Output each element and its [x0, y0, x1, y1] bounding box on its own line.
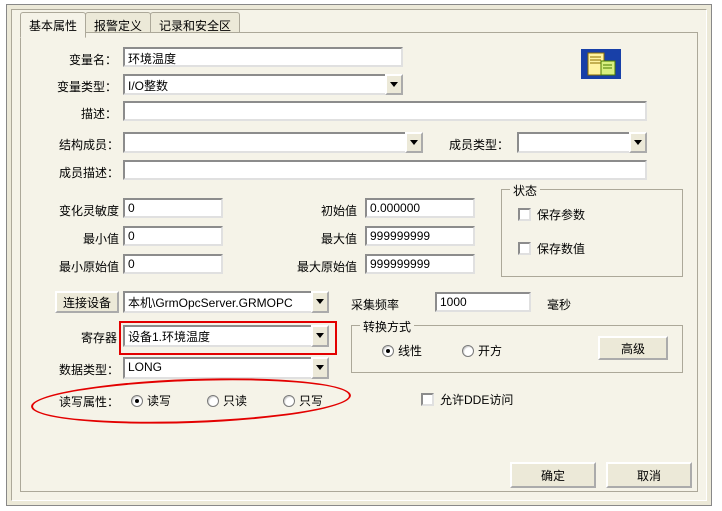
- radio-sqrt-label: 开方: [478, 342, 502, 359]
- label-struct-member: 结构成员：: [41, 136, 119, 153]
- state-groupbox: 状态 保存参数 保存数值: [501, 189, 683, 277]
- min-raw-input[interactable]: 0: [123, 254, 223, 274]
- document-icon[interactable]: [581, 49, 621, 82]
- chevron-down-icon: [390, 82, 398, 88]
- struct-member-value: [123, 132, 405, 153]
- chevron-down-icon: [410, 140, 418, 146]
- allow-dde-checkbox[interactable]: 允许DDE访问: [421, 391, 513, 408]
- connect-device-label: 连接设备: [63, 294, 111, 311]
- connect-device-dropdown-btn[interactable]: [311, 291, 329, 313]
- struct-member-dropdown-btn[interactable]: [405, 132, 423, 153]
- label-max-value: 最大值: [297, 230, 357, 247]
- min-value-input[interactable]: 0: [123, 226, 223, 246]
- sample-freq-input[interactable]: 1000: [435, 292, 531, 312]
- chevron-down-icon: [316, 365, 324, 371]
- var-type-combo[interactable]: I/O整数: [123, 74, 403, 95]
- tab-basic-attributes[interactable]: 基本属性: [20, 12, 86, 38]
- connect-device-combo[interactable]: 本机\GrmOpcServer.GRMOPC: [123, 291, 329, 313]
- radio-ro[interactable]: 只读: [207, 392, 247, 409]
- init-value-input[interactable]: 0.000000: [365, 198, 475, 218]
- label-ms: 毫秒: [547, 296, 587, 313]
- register-value: 设备1.环境温度: [123, 325, 311, 347]
- member-desc-input[interactable]: [123, 160, 647, 180]
- register-combo[interactable]: 设备1.环境温度: [123, 325, 329, 347]
- data-type-combo[interactable]: LONG: [123, 357, 329, 379]
- member-type-value: [517, 132, 629, 153]
- label-register: 寄存器: [61, 329, 117, 346]
- radio-dot: [131, 395, 143, 407]
- radio-rw-label: 读写: [147, 392, 171, 409]
- cancel-label: 取消: [637, 467, 661, 484]
- save-param-label: 保存参数: [537, 206, 585, 223]
- label-change-sens: 变化灵敏度: [41, 202, 119, 219]
- label-var-type: 变量类型：: [39, 78, 117, 95]
- radio-dot: [207, 395, 219, 407]
- radio-rw[interactable]: 读写: [131, 392, 171, 409]
- label-var-name: 变量名：: [47, 51, 117, 68]
- connect-device-value: 本机\GrmOpcServer.GRMOPC: [123, 291, 311, 313]
- checkbox-box: [421, 393, 434, 406]
- convert-legend: 转换方式: [360, 318, 414, 335]
- state-legend: 状态: [510, 182, 540, 199]
- change-sens-input[interactable]: 0: [123, 198, 223, 218]
- member-type-dropdown-btn[interactable]: [629, 132, 647, 153]
- var-type-dropdown-btn[interactable]: [385, 74, 403, 95]
- save-value-checkbox[interactable]: 保存数值: [518, 240, 585, 257]
- save-value-label: 保存数值: [537, 240, 585, 257]
- label-member-type: 成员类型：: [439, 136, 509, 153]
- label-data-type: 数据类型：: [41, 361, 119, 378]
- radio-dot: [462, 345, 474, 357]
- dialog-content: 基本属性 报警定义 记录和安全区 变量名： 环境温度: [11, 9, 707, 501]
- convert-groupbox: 转换方式 线性 开方 高级: [351, 325, 683, 373]
- data-type-dropdown-btn[interactable]: [311, 357, 329, 379]
- label-description: 描述：: [71, 105, 117, 122]
- chevron-down-icon: [316, 299, 324, 305]
- var-type-value: I/O整数: [123, 74, 385, 95]
- radio-wo[interactable]: 只写: [283, 392, 323, 409]
- ok-label: 确定: [541, 467, 565, 484]
- max-raw-input[interactable]: 999999999: [365, 254, 475, 274]
- tab-panel: 变量名： 环境温度 变量类型： I/O整数: [20, 32, 698, 492]
- connect-device-button[interactable]: 连接设备: [55, 291, 119, 313]
- radio-dot: [283, 395, 295, 407]
- chevron-down-icon: [634, 140, 642, 146]
- label-member-desc: 成员描述：: [41, 164, 119, 181]
- advanced-label: 高级: [621, 340, 645, 357]
- radio-linear[interactable]: 线性: [382, 342, 422, 359]
- radio-ro-label: 只读: [223, 392, 247, 409]
- label-init-value: 初始值: [297, 202, 357, 219]
- description-input[interactable]: [123, 101, 647, 121]
- checkbox-box: [518, 242, 531, 255]
- label-min-value: 最小值: [61, 230, 119, 247]
- save-param-checkbox[interactable]: 保存参数: [518, 206, 585, 223]
- chevron-down-icon: [316, 333, 324, 339]
- advanced-button[interactable]: 高级: [598, 336, 668, 360]
- label-sample-freq: 采集频率: [351, 296, 421, 313]
- data-type-value: LONG: [123, 357, 311, 379]
- radio-sqrt[interactable]: 开方: [462, 342, 502, 359]
- radio-dot: [382, 345, 394, 357]
- label-rw-attr: 读写属性：: [41, 393, 119, 410]
- struct-member-combo[interactable]: [123, 132, 423, 153]
- checkbox-box: [518, 208, 531, 221]
- cancel-button[interactable]: 取消: [606, 462, 692, 488]
- radio-wo-label: 只写: [299, 392, 323, 409]
- allow-dde-label: 允许DDE访问: [440, 391, 513, 408]
- var-name-input[interactable]: 环境温度: [123, 47, 403, 67]
- max-value-input[interactable]: 999999999: [365, 226, 475, 246]
- register-dropdown-btn[interactable]: [311, 325, 329, 347]
- label-min-raw: 最小原始值: [35, 258, 119, 275]
- member-type-combo[interactable]: [517, 132, 647, 153]
- ok-button[interactable]: 确定: [510, 462, 596, 488]
- label-max-raw: 最大原始值: [273, 258, 357, 275]
- radio-linear-label: 线性: [398, 342, 422, 359]
